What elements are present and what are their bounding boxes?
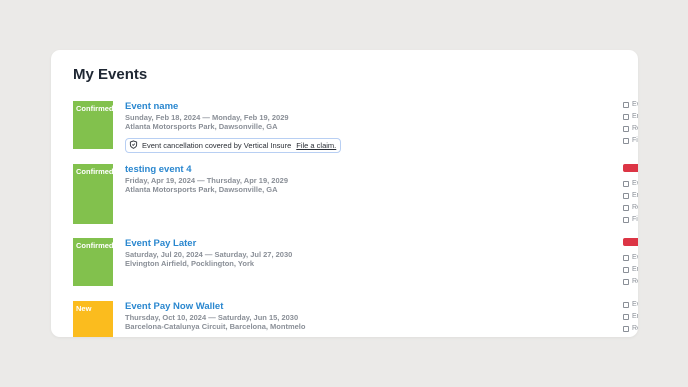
status-badge: Confirmed bbox=[73, 101, 114, 149]
checkbox-icon bbox=[623, 278, 629, 285]
checkbox-icon bbox=[623, 325, 629, 332]
action-item[interactable]: Re bbox=[623, 204, 638, 211]
action-item[interactable]: Er bbox=[623, 313, 638, 320]
events-card: My Events Confirmed Event name Sunday, F… bbox=[51, 50, 638, 337]
event-name-link[interactable]: testing event 4 bbox=[125, 164, 192, 175]
insurance-text: Event cancellation covered by Vertical I… bbox=[142, 141, 292, 150]
checkbox-icon bbox=[623, 180, 629, 187]
event-name-link[interactable]: Event Pay Later bbox=[125, 238, 196, 249]
checkbox-icon bbox=[623, 101, 629, 108]
checkbox-icon bbox=[623, 254, 629, 261]
status-badge: New bbox=[73, 301, 113, 337]
checkbox-icon bbox=[623, 301, 629, 308]
action-item[interactable]: Er bbox=[623, 192, 638, 199]
event-dates: Sunday, Feb 18, 2024 — Monday, Feb 19, 2… bbox=[125, 113, 289, 122]
checkbox-icon bbox=[623, 125, 629, 132]
event-location: Atlanta Motorsports Park, Dawsonville, G… bbox=[125, 122, 278, 131]
action-item[interactable]: Re bbox=[623, 325, 638, 332]
event-location: Elvington Airfield, Pocklington, York bbox=[125, 259, 255, 268]
action-button[interactable] bbox=[623, 164, 638, 172]
action-item[interactable]: Ev bbox=[623, 180, 638, 187]
checkbox-icon bbox=[623, 137, 629, 144]
checkbox-icon bbox=[623, 113, 629, 120]
event-location: Barcelona-Catalunya Circuit, Barcelona, … bbox=[125, 322, 306, 331]
checkbox-icon bbox=[623, 192, 629, 199]
event-dates: Saturday, Jul 20, 2024 — Saturday, Jul 2… bbox=[125, 250, 293, 259]
action-item[interactable]: Ev bbox=[623, 301, 638, 308]
action-item[interactable]: Ev bbox=[623, 254, 638, 261]
checkbox-icon bbox=[623, 266, 629, 273]
status-badge: Confirmed bbox=[73, 238, 114, 286]
status-badge: Confirmed bbox=[73, 164, 114, 224]
action-item[interactable]: Fi bbox=[623, 216, 638, 223]
event-name-link[interactable]: Event name bbox=[125, 101, 178, 112]
checkbox-icon bbox=[623, 313, 629, 320]
shield-icon bbox=[129, 140, 142, 151]
action-item[interactable]: Er bbox=[623, 113, 638, 120]
action-item[interactable]: Fi bbox=[623, 137, 638, 144]
action-button[interactable] bbox=[623, 238, 638, 246]
checkbox-icon bbox=[623, 216, 629, 223]
action-item[interactable]: Re bbox=[623, 278, 638, 285]
action-item[interactable]: Ev bbox=[623, 101, 638, 108]
action-item[interactable]: Er bbox=[623, 266, 638, 273]
page-title: My Events bbox=[73, 66, 148, 83]
event-location: Atlanta Motorsports Park, Dawsonville, G… bbox=[125, 185, 278, 194]
event-name-link[interactable]: Event Pay Now Wallet bbox=[125, 301, 223, 312]
checkbox-icon bbox=[623, 204, 629, 211]
file-claim-link[interactable]: File a claim. bbox=[296, 141, 336, 150]
event-dates: Thursday, Oct 10, 2024 — Saturday, Jun 1… bbox=[125, 313, 299, 322]
insurance-notice: Event cancellation covered by Vertical I… bbox=[125, 138, 342, 153]
event-dates: Friday, Apr 19, 2024 — Thursday, Apr 19,… bbox=[125, 176, 288, 185]
action-item[interactable]: Re bbox=[623, 125, 638, 132]
